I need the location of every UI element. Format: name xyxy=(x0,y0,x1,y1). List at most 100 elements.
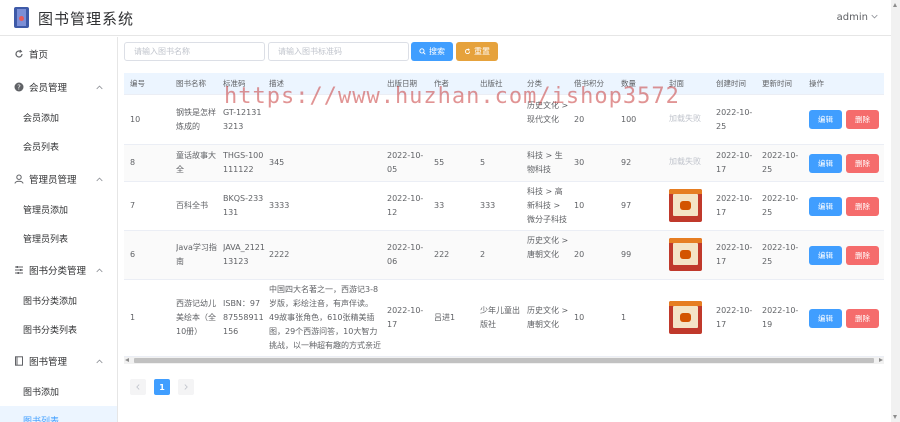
column-header: 更新时间 xyxy=(762,79,792,88)
column-header: 创建时间 xyxy=(716,79,746,88)
cell-name: 百科全书 xyxy=(176,201,208,210)
column-header: 作者 xyxy=(434,79,449,88)
sidebar-item-admin-add[interactable]: 管理员添加 xyxy=(0,195,117,223)
edit-button[interactable]: 编辑 xyxy=(809,246,842,265)
cell-author: 33 xyxy=(434,201,445,210)
sidebar-group-books[interactable]: 图书管理 xyxy=(0,346,117,376)
user-icon xyxy=(14,174,24,184)
cell-description: 345 xyxy=(269,158,285,167)
table-horizontal-scrollbar[interactable] xyxy=(124,357,884,364)
app-header: 图书管理系统 admin xyxy=(0,0,900,36)
cell-created: 2022-10-17 xyxy=(716,151,753,174)
book-code-search-input[interactable]: 请输入图书标准码 xyxy=(268,42,409,61)
chevron-up-icon xyxy=(96,177,103,181)
sidebar-item-book-list[interactable]: 图书列表 xyxy=(0,406,117,422)
sidebar-group-admins[interactable]: 管理员管理 xyxy=(0,164,117,194)
cell-updated: 2022-10-25 xyxy=(762,243,799,266)
cell-name: 钢铁是怎样炼成的 xyxy=(176,108,216,131)
table-row: 8 童话故事大全 THGS-100111122 345 2022-10-05 5… xyxy=(124,145,884,182)
cell-id: 1 xyxy=(130,313,136,322)
reset-button-label: 重置 xyxy=(474,47,490,56)
cell-created: 2022-10-17 xyxy=(716,194,753,217)
cell-quantity: 100 xyxy=(621,115,637,124)
book-logo-icon xyxy=(14,7,29,28)
column-header: 分类 xyxy=(527,79,542,88)
delete-button[interactable]: 删除 xyxy=(846,197,879,216)
cell-quantity: 1 xyxy=(621,313,627,322)
scroll-down-arrow-icon[interactable] xyxy=(893,415,897,419)
edit-button[interactable]: 编辑 xyxy=(809,154,842,173)
sidebar-item-admin-list[interactable]: 管理员列表 xyxy=(0,224,117,252)
sidebar-group-label: 图书分类管理 xyxy=(29,266,87,277)
cell-updated: 2022-10-19 xyxy=(762,306,799,329)
sidebar: 首页 ? 会员管理 会员添加 会员列表 管理员管理 管理员添加 管理员列表 图书… xyxy=(0,37,118,422)
cell-category: 历史文化 > 唐朝文化 xyxy=(527,236,569,259)
sidebar-item-member-add[interactable]: 会员添加 xyxy=(0,103,117,131)
cell-publisher: 5 xyxy=(480,158,486,167)
sidebar-item-category-add[interactable]: 图书分类添加 xyxy=(0,286,117,314)
chevron-left-icon xyxy=(136,384,140,390)
sidebar-item-member-list[interactable]: 会员列表 xyxy=(0,132,117,160)
sidebar-item-book-add[interactable]: 图书添加 xyxy=(0,377,117,405)
cell-code: BKQS-233131 xyxy=(223,194,264,217)
pagination-prev-button[interactable] xyxy=(130,379,146,395)
pagination-next-button[interactable] xyxy=(178,379,194,395)
scrollbar-thumb[interactable] xyxy=(134,358,874,363)
page-vertical-scrollbar[interactable] xyxy=(891,0,900,422)
delete-button[interactable]: 删除 xyxy=(846,110,879,129)
cell-points: 10 xyxy=(574,201,585,210)
column-header: 借书积分 xyxy=(574,79,604,88)
book-name-search-input[interactable]: 请输入图书名称 xyxy=(124,42,265,61)
cell-points: 10 xyxy=(574,313,585,322)
edit-button[interactable]: 编辑 xyxy=(809,197,842,216)
delete-button[interactable]: 删除 xyxy=(846,309,879,328)
sidebar-group-label: 管理员管理 xyxy=(29,175,77,186)
sidebar-group-members[interactable]: ? 会员管理 xyxy=(0,72,117,102)
edit-button[interactable]: 编辑 xyxy=(809,110,842,129)
cell-id: 8 xyxy=(130,158,136,167)
cell-pub-date: 2022-10-17 xyxy=(387,306,424,329)
search-button[interactable]: 搜索 xyxy=(411,42,453,61)
refresh-icon xyxy=(464,48,471,55)
cell-category: 科技 > 生物科技 xyxy=(527,151,563,174)
delete-button[interactable]: 删除 xyxy=(846,154,879,173)
cell-quantity: 97 xyxy=(621,201,632,210)
cell-points: 30 xyxy=(574,158,585,167)
sidebar-item-label: 会员添加 xyxy=(23,113,60,124)
cell-quantity: 99 xyxy=(621,250,632,259)
cell-points: 20 xyxy=(574,250,585,259)
sidebar-item-home[interactable]: 首页 xyxy=(0,39,117,69)
cell-description: 3333 xyxy=(269,201,290,210)
scroll-left-arrow-icon[interactable] xyxy=(125,358,129,362)
column-header: 出版日期 xyxy=(387,79,417,88)
sidebar-item-label: 管理员列表 xyxy=(23,234,69,245)
delete-button[interactable]: 删除 xyxy=(846,246,879,265)
scroll-right-arrow-icon[interactable] xyxy=(879,358,883,362)
cover-load-failed: 加载失败 xyxy=(669,157,701,166)
chevron-up-icon xyxy=(96,268,103,272)
pagination-page-1[interactable]: 1 xyxy=(154,379,170,395)
sidebar-item-label: 管理员添加 xyxy=(23,205,69,216)
column-header: 操作 xyxy=(809,79,824,88)
cell-created: 2022-10-25 xyxy=(716,108,753,131)
cell-code: THGS-100111122 xyxy=(223,151,264,174)
user-menu[interactable]: admin xyxy=(837,12,868,23)
cell-author: 222 xyxy=(434,250,450,259)
cell-id: 6 xyxy=(130,250,136,259)
chevron-down-icon[interactable] xyxy=(871,13,878,20)
scroll-up-arrow-icon[interactable] xyxy=(893,3,897,7)
book-cover-image xyxy=(669,189,702,222)
search-icon xyxy=(419,48,426,55)
column-header: 描述 xyxy=(269,79,284,88)
book-cover-image xyxy=(669,238,702,271)
reset-button[interactable]: 重置 xyxy=(456,42,498,61)
sidebar-item-label: 图书添加 xyxy=(23,387,60,398)
cell-code: JAVA_212113123 xyxy=(223,243,265,266)
edit-button[interactable]: 编辑 xyxy=(809,309,842,328)
cell-description: 2222 xyxy=(269,250,290,259)
cell-updated: 2022-10-25 xyxy=(762,151,799,174)
sidebar-group-label: 图书管理 xyxy=(29,357,68,368)
sidebar-item-category-list[interactable]: 图书分类列表 xyxy=(0,315,117,343)
sidebar-group-categories[interactable]: 图书分类管理 xyxy=(0,255,117,285)
cell-description: 中国四大名著之一，西游记3-8岁版，彩绘注音，有声伴读。49故事张角色，610张… xyxy=(269,285,381,350)
